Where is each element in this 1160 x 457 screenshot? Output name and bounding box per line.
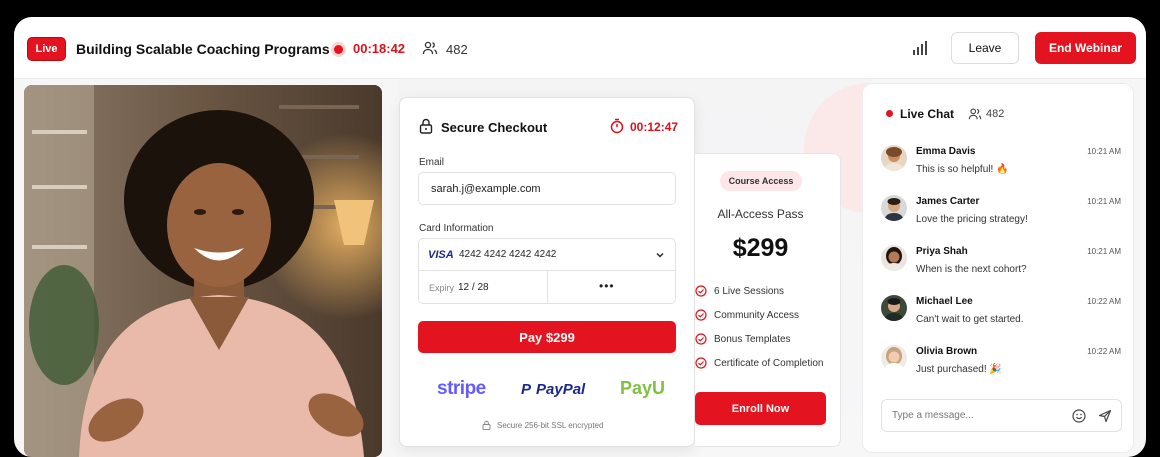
send-icon[interactable]	[1098, 409, 1112, 423]
feature-item: Community Access	[695, 309, 841, 323]
webinar-app: Live Building Scalable Coaching Programs…	[14, 17, 1146, 457]
message-text: This is so helpful! 🔥	[916, 164, 1009, 175]
check-circle-icon	[695, 309, 707, 321]
chat-input-placeholder: Type a message...	[892, 410, 974, 421]
email-label: Email	[419, 157, 445, 168]
stripe-logo: stripe	[437, 378, 486, 399]
feature-label: Community Access	[714, 310, 800, 321]
presenter-video-frame	[24, 85, 382, 457]
paypal-logo: PayPal	[536, 381, 586, 398]
live-chat-panel: Live Chat 482 Emma Davis 10:21 AM This i…	[862, 83, 1134, 453]
feature-item: Bonus Templates	[695, 333, 841, 347]
message-time: 10:21 AM	[1087, 147, 1121, 156]
sender-name: Priya Shah	[916, 246, 968, 257]
message-time: 10:22 AM	[1087, 297, 1121, 306]
pay-button[interactable]: Pay $299	[418, 321, 676, 353]
avatar	[881, 245, 907, 271]
course-card: Course Access All-Access Pass $299 6 Liv…	[695, 153, 841, 447]
viewer-count: 482	[446, 42, 468, 57]
message-time: 10:21 AM	[1087, 247, 1121, 256]
feature-label: 6 Live Sessions	[714, 286, 785, 297]
enroll-now-button[interactable]: Enroll Now	[695, 392, 826, 425]
feature-label: Bonus Templates	[714, 334, 791, 345]
card-number: 4242 4242 4242 4242	[459, 249, 557, 260]
viewers-icon	[422, 41, 438, 55]
sender-name: Olivia Brown	[916, 346, 978, 357]
elapsed-timer: 00:18:42	[353, 41, 406, 56]
email-field[interactable]: sarah.j@example.com	[418, 172, 676, 205]
live-badge: Live	[28, 38, 65, 60]
avatar	[881, 345, 907, 371]
signal-strength-icon	[913, 41, 927, 55]
recording-dot-icon	[334, 45, 343, 54]
message-text: Love the pricing strategy!	[916, 214, 1028, 225]
chat-title: Live Chat	[900, 107, 955, 121]
end-webinar-button[interactable]: End Webinar	[1035, 32, 1136, 64]
message-text: Can't wait to get started.	[916, 314, 1024, 325]
checkout-countdown: 00:12:47	[630, 120, 679, 134]
chat-viewer-count: 482	[986, 108, 1005, 120]
leave-button[interactable]: Leave	[951, 32, 1019, 64]
check-circle-icon	[695, 285, 707, 297]
avatar	[881, 295, 907, 321]
avatar	[881, 195, 907, 221]
card-info-label: Card Information	[419, 223, 494, 234]
emoji-icon[interactable]	[1072, 409, 1086, 423]
message-text: When is the next cohort?	[916, 264, 1027, 275]
course-badge: Course Access	[720, 171, 802, 191]
ssl-note: Secure 256-bit SSL encrypted	[497, 421, 604, 430]
visa-logo: VISA	[428, 249, 454, 261]
chat-message: James Carter 10:21 AM Love the pricing s…	[881, 195, 1121, 229]
cvv-field[interactable]: •••	[599, 279, 615, 293]
chat-message: Emma Davis 10:21 AM This is so helpful! …	[881, 145, 1121, 179]
chat-message: Michael Lee 10:22 AM Can't wait to get s…	[881, 295, 1121, 329]
chat-message: Priya Shah 10:21 AM When is the next coh…	[881, 245, 1121, 279]
lock-icon	[419, 118, 433, 134]
message-text: Just purchased! 🎉	[916, 364, 1002, 375]
feature-label: Certificate of Completion	[714, 358, 824, 369]
message-time: 10:21 AM	[1087, 197, 1121, 206]
sender-name: Emma Davis	[916, 146, 976, 157]
expiry-label: Expiry	[429, 283, 455, 293]
message-time: 10:22 AM	[1087, 347, 1121, 356]
paypal-icon: P	[521, 381, 532, 398]
check-circle-icon	[695, 333, 707, 345]
sender-name: James Carter	[916, 196, 980, 207]
ssl-lock-icon	[482, 420, 491, 430]
webinar-title: Building Scalable Coaching Programs	[76, 41, 330, 57]
course-price: $299	[732, 234, 789, 262]
chat-message-input[interactable]: Type a message...	[881, 399, 1122, 432]
course-name: All-Access Pass	[717, 207, 804, 221]
top-bar: Live Building Scalable Coaching Programs…	[14, 17, 1146, 79]
check-circle-icon	[695, 357, 707, 369]
checkout-title: Secure Checkout	[441, 120, 548, 135]
expiry-field[interactable]: 12 / 28	[458, 282, 489, 293]
live-dot-icon	[886, 110, 893, 117]
payu-logo: PayU	[620, 378, 666, 398]
avatar	[881, 145, 907, 171]
card-divider	[547, 271, 548, 304]
checkout-card: Secure Checkout 00:12:47 Email sarah.j@e…	[399, 97, 695, 447]
feature-item: 6 Live Sessions	[695, 285, 841, 299]
stopwatch-icon	[610, 118, 624, 134]
chat-message: Olivia Brown 10:22 AM Just purchased! 🎉	[881, 345, 1121, 379]
feature-item: Certificate of Completion	[695, 357, 841, 371]
presenter-video	[24, 85, 382, 457]
chevron-down-icon[interactable]	[655, 250, 665, 260]
card-info-group: VISA 4242 4242 4242 4242 Expiry 12 / 28 …	[418, 238, 676, 304]
users-icon	[968, 108, 982, 120]
card-number-field[interactable]: VISA 4242 4242 4242 4242	[419, 239, 675, 271]
sender-name: Michael Lee	[916, 296, 973, 307]
